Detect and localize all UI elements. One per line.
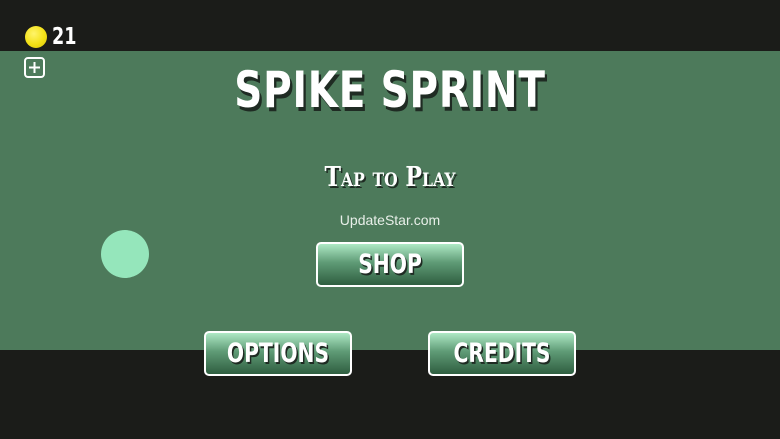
game-title: SPIKE SPRINT	[234, 61, 546, 119]
game-screen: 21 SPIKE SPRINT Tap to Play UpdateStar.c…	[0, 0, 780, 439]
coin-icon	[25, 26, 47, 48]
shop-button[interactable]: SHOP	[316, 242, 464, 287]
credits-button[interactable]: CREDITS	[428, 331, 576, 376]
watermark-text: UpdateStar.com	[339, 212, 441, 228]
coin-counter: 21	[25, 24, 81, 50]
player-ball	[101, 230, 149, 278]
credits-button-label: CREDITS	[453, 338, 551, 369]
add-coins-button[interactable]	[24, 57, 45, 78]
shop-button-label: SHOP	[358, 249, 422, 280]
coin-count: 21	[52, 24, 77, 50]
tap-to-play-prompt[interactable]: Tap to Play	[70, 160, 710, 196]
options-button-label: OPTIONS	[226, 338, 330, 369]
plus-icon	[29, 62, 40, 73]
options-button[interactable]: OPTIONS	[204, 331, 352, 376]
